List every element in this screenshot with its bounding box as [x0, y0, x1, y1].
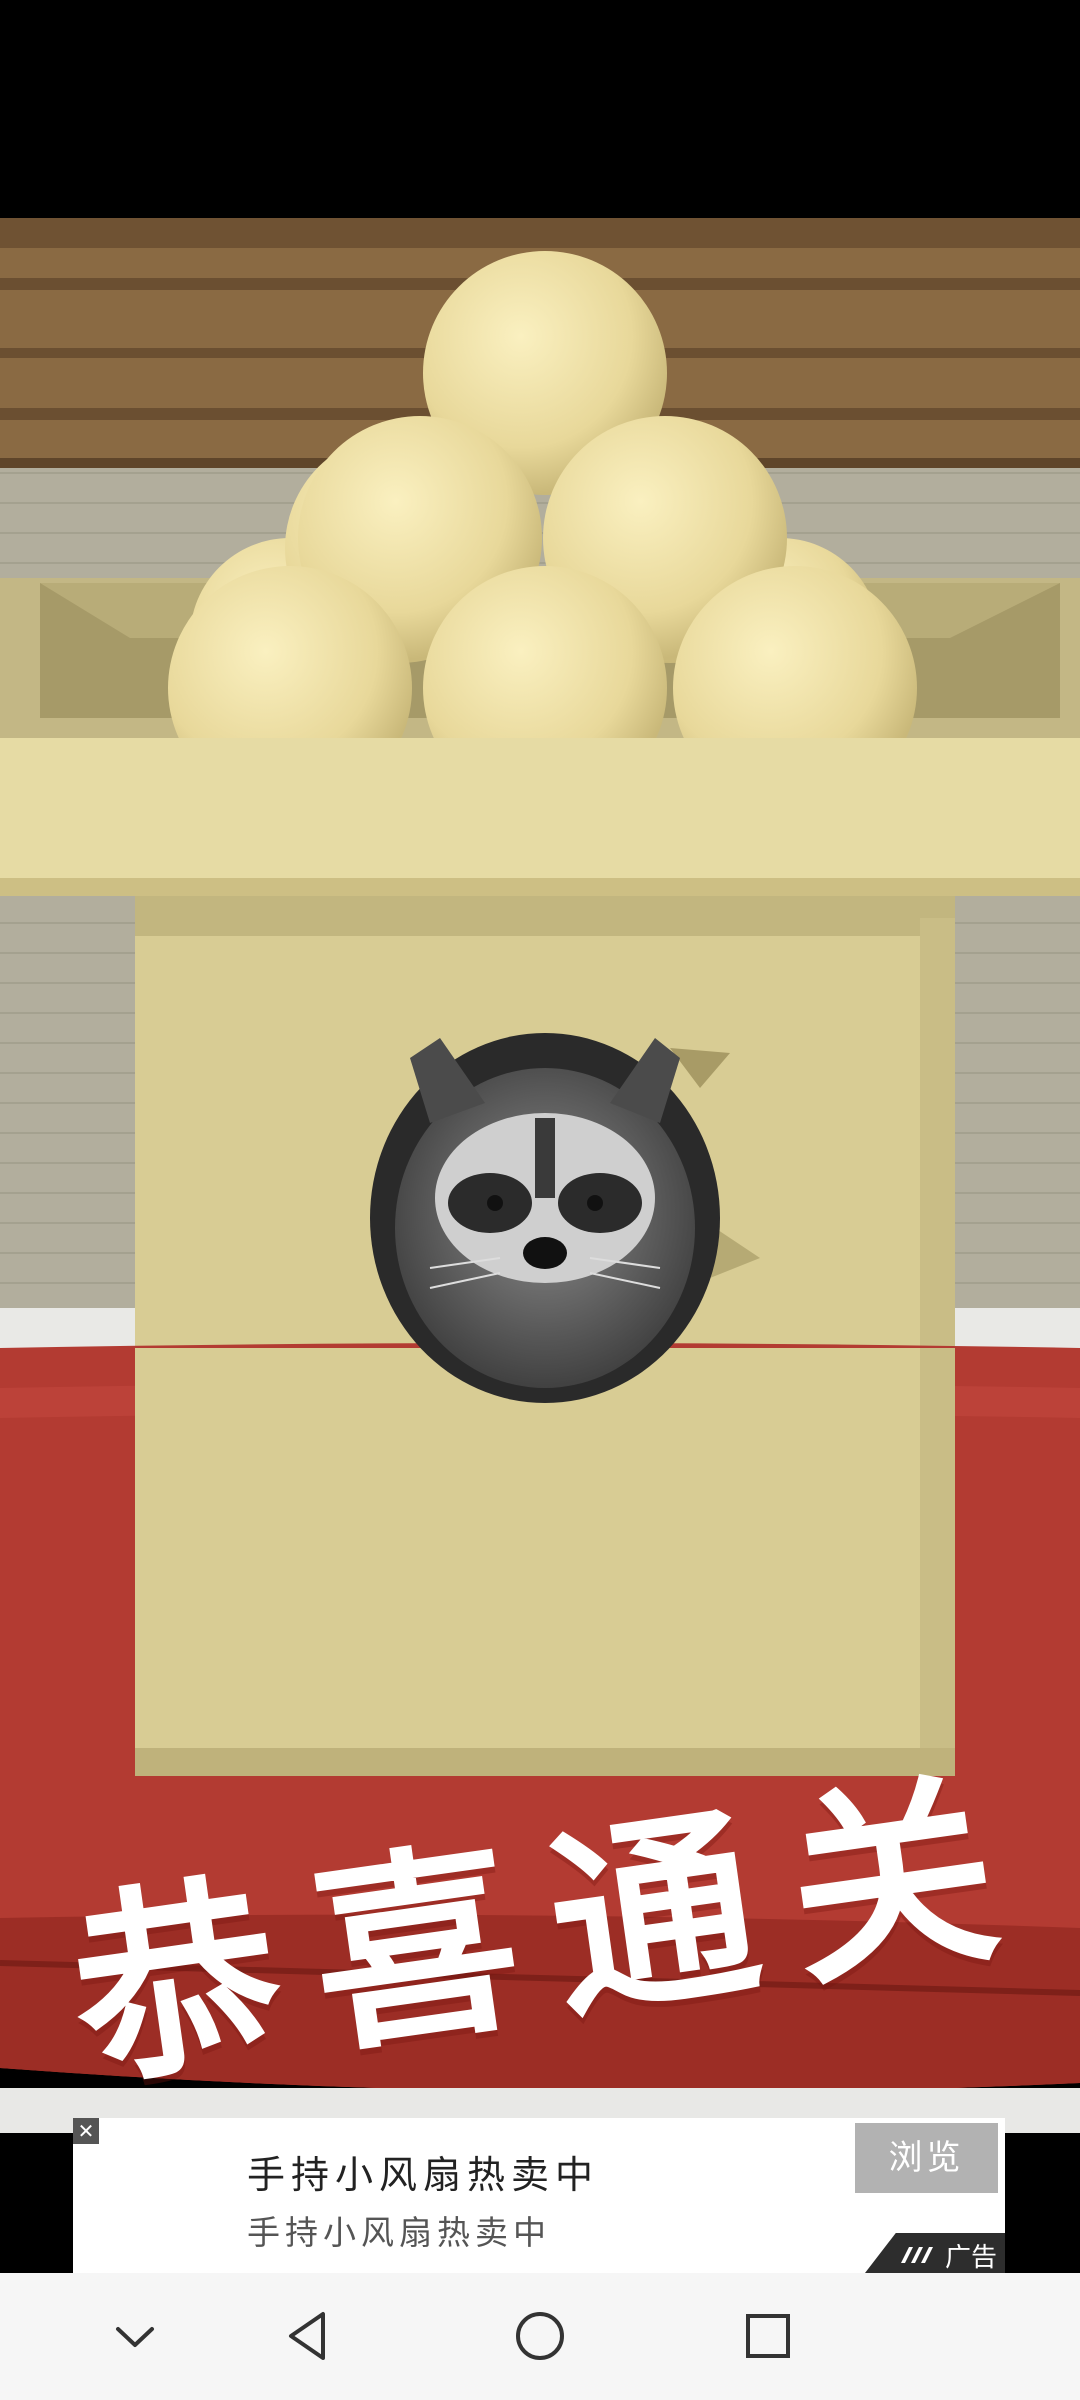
- ad-browse-button[interactable]: 浏览: [855, 2123, 998, 2193]
- game-scene: 恭喜通关: [0, 218, 1080, 2133]
- status-bar-area: [0, 0, 1080, 218]
- home-icon[interactable]: [505, 2301, 575, 2371]
- close-icon[interactable]: ✕: [73, 2118, 99, 2144]
- ad-network-logo-icon: [901, 2247, 933, 2263]
- ad-label: 广告: [945, 2243, 998, 2273]
- ad-tag: 广告: [865, 2233, 1005, 2273]
- back-icon[interactable]: [275, 2301, 345, 2371]
- navigation-bar: [0, 2273, 1080, 2400]
- chevron-down-icon[interactable]: [100, 2301, 170, 2371]
- ad-subtitle: 手持小风扇热卖中: [247, 2213, 551, 2252]
- recents-icon[interactable]: [733, 2301, 803, 2371]
- ad-title: 手持小风扇热卖中: [247, 2153, 600, 2197]
- ad-banner[interactable]: ✕ 手持小风扇热卖中 手持小风扇热卖中 浏览 广告: [73, 2118, 1005, 2273]
